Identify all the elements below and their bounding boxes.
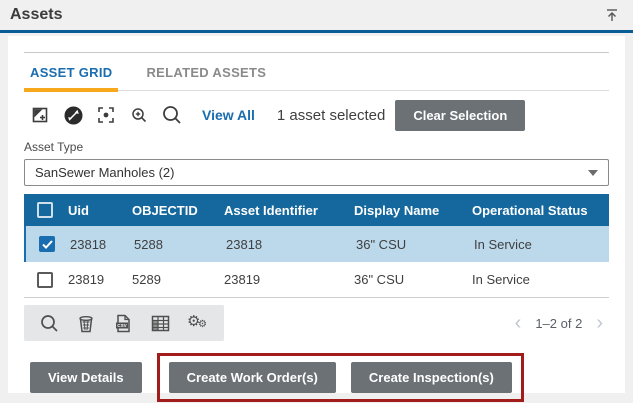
column-header-uid: Uid xyxy=(68,202,89,218)
view-details-button[interactable]: View Details xyxy=(30,362,142,393)
panel-header: Assets xyxy=(0,0,633,33)
table-footer: CSV ⚙ ⚙ ‹ 1–2 of 2 › xyxy=(24,305,609,341)
grid-toolbar: View All 1 asset selected Clear Selectio… xyxy=(24,99,609,131)
column-header-asset-identifier: Asset Identifier xyxy=(224,202,318,218)
cell-objectid: 5288 xyxy=(134,236,163,252)
pan-to-selection-icon[interactable] xyxy=(63,105,83,125)
export-csv-icon[interactable]: CSV xyxy=(113,313,133,333)
map-tool-icons xyxy=(30,105,182,125)
selection-status: 1 asset selected xyxy=(276,106,386,124)
column-header-operational-status: Operational Status xyxy=(472,202,588,218)
show-on-map-icon[interactable] xyxy=(30,105,50,125)
tab-bar: ASSET GRID RELATED ASSETS xyxy=(23,65,609,92)
clear-selection-button[interactable]: Clear Selection xyxy=(395,99,526,131)
annotation-highlight-box: Create Work Order(s) Create Inspection(s… xyxy=(156,353,524,402)
page-title: Assets xyxy=(10,6,63,23)
cell-uid: 23818 xyxy=(70,236,107,252)
asset-type-select[interactable]: SanSewer Manholes (2) xyxy=(24,159,609,186)
collapse-panel-icon[interactable] xyxy=(603,6,621,24)
cell-uid: 23819 xyxy=(68,272,105,287)
row-checkbox-unchecked[interactable] xyxy=(37,271,53,288)
search-map-icon[interactable] xyxy=(162,105,182,125)
settings-gears-icon[interactable]: ⚙ ⚙ xyxy=(187,313,209,333)
tab-related-assets[interactable]: RELATED ASSETS xyxy=(146,65,266,90)
asset-table: Uid OBJECTID Asset Identifier Display Na… xyxy=(24,194,609,298)
grid-actions-icon-bar: CSV ⚙ ⚙ xyxy=(24,305,224,341)
gear-small-icon: ⚙ xyxy=(198,319,207,330)
create-work-orders-button[interactable]: Create Work Order(s) xyxy=(168,362,336,393)
search-icon[interactable] xyxy=(39,313,59,333)
divider xyxy=(24,52,609,53)
panel-body: ASSET GRID RELATED ASSETS View All 1 ass… xyxy=(8,36,625,402)
cell-asset-identifier: 23818 xyxy=(226,236,263,252)
trash-icon[interactable] xyxy=(76,313,96,333)
row-checkbox-checked[interactable] xyxy=(39,236,55,252)
table-header-row: Uid OBJECTID Asset Identifier Display Na… xyxy=(24,194,609,226)
csv-label: CSV xyxy=(117,323,127,328)
page-range-label: 1–2 of 2 xyxy=(535,315,583,331)
view-all-link[interactable]: View All xyxy=(202,107,255,123)
tab-asset-grid[interactable]: ASSET GRID xyxy=(23,65,119,92)
chevron-down-icon xyxy=(588,169,598,176)
cell-operational-status: In Service xyxy=(474,236,532,252)
pagination: ‹ 1–2 of 2 › xyxy=(515,313,603,333)
column-header-display-name: Display Name xyxy=(354,202,440,218)
zoom-in-icon[interactable] xyxy=(129,105,149,125)
select-all-checkbox[interactable] xyxy=(37,202,53,218)
assets-panel: Assets ASSET GRID RELATED ASSETS View Al… xyxy=(0,0,633,403)
cell-asset-identifier: 23819 xyxy=(224,272,261,287)
zoom-to-selection-icon[interactable] xyxy=(96,105,116,125)
cell-objectid: 5289 xyxy=(132,272,161,287)
create-inspections-button[interactable]: Create Inspection(s) xyxy=(350,362,512,393)
action-buttons-row: View Details Create Work Order(s) Create… xyxy=(24,353,609,402)
page-prev-icon[interactable]: ‹ xyxy=(515,313,522,333)
table-row[interactable]: 23818 5288 23818 36" CSU In Service xyxy=(24,226,609,262)
cell-operational-status: In Service xyxy=(472,272,530,287)
asset-type-value: SanSewer Manholes (2) xyxy=(35,165,175,180)
cell-display-name: 36" CSU xyxy=(356,236,407,252)
page-next-icon[interactable]: › xyxy=(596,313,603,333)
table-view-icon[interactable] xyxy=(150,313,170,333)
cell-display-name: 36" CSU xyxy=(354,272,405,287)
column-header-objectid: OBJECTID xyxy=(132,202,198,218)
table-row[interactable]: 23819 5289 23819 36" CSU In Service xyxy=(24,262,609,298)
asset-type-label: Asset Type xyxy=(24,140,84,154)
